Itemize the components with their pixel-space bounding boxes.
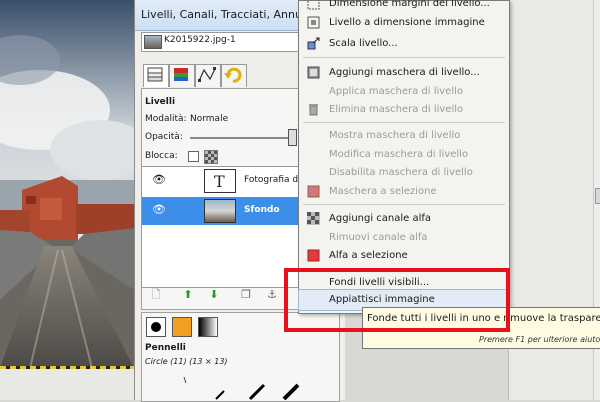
layer-context-menu: Dimensione margini del livello... Livell…: [298, 0, 510, 314]
image-selector-value: K2015922.jpg-1: [164, 35, 236, 45]
menu-item-alpha-to-selection[interactable]: Alfa a selezione: [299, 246, 509, 266]
layers-icon: [147, 67, 163, 82]
raise-layer-icon[interactable]: ⬆: [181, 288, 195, 302]
paths-icon: [198, 67, 216, 82]
menu-item-add-alpha-channel[interactable]: Aggiungi canale alfa: [299, 209, 509, 229]
menu-separator: [303, 122, 505, 123]
menu-separator: [303, 57, 505, 58]
layer-name: Fotografia di: [244, 175, 301, 185]
lock-alpha-icon[interactable]: [204, 150, 218, 164]
alpha-icon: [307, 212, 320, 225]
anchor-layer-icon[interactable]: ⚓: [265, 288, 279, 302]
menu-item-disable-layer-mask[interactable]: Disabilita maschera di livello: [299, 163, 509, 183]
scale-layer-icon: [307, 37, 320, 50]
tab-channels[interactable]: [169, 64, 195, 87]
brush-previews[interactable]: [172, 371, 332, 401]
new-layer-icon[interactable]: 🗋: [149, 288, 163, 302]
menu-separator: [303, 204, 505, 205]
menu-item-layer-to-image-size[interactable]: Livello a dimensione immagine: [299, 13, 509, 33]
svg-text:T: T: [214, 172, 225, 191]
mode-value[interactable]: Normale: [190, 114, 228, 124]
layer-name: Sfondo: [244, 205, 280, 215]
menu-item-delete-layer-mask[interactable]: Elimina maschera di livello: [299, 100, 509, 120]
image-thumbnail: [144, 35, 162, 49]
gradient-tab[interactable]: [198, 317, 218, 337]
alpha-to-selection-icon: [307, 249, 320, 262]
tab-undo[interactable]: [221, 64, 247, 87]
brush-tab[interactable]: [146, 317, 166, 337]
menu-item-show-layer-mask[interactable]: Mostra maschera di livello: [299, 126, 509, 146]
tab-layers[interactable]: [143, 64, 169, 87]
resize-border-icon: [307, 0, 320, 10]
opacity-slider-handle[interactable]: [288, 129, 297, 146]
menu-item-remove-alpha-channel[interactable]: Rimuovi canale alfa: [299, 228, 509, 248]
pattern-tab[interactable]: [172, 317, 192, 337]
opacity-label: Opacità:: [145, 132, 183, 142]
menu-item-apply-layer-mask[interactable]: Applica maschera di livello: [299, 82, 509, 102]
eye-icon[interactable]: 👁: [152, 174, 166, 185]
image-canvas[interactable]: [0, 0, 134, 400]
photo-preview: [0, 0, 134, 368]
layer-to-image-size-icon: [307, 16, 320, 29]
panel-title: Livelli: [145, 97, 176, 107]
brush-name: Circle (11) (13 × 13): [145, 357, 228, 366]
menu-item-mask-to-selection[interactable]: Maschera a selezione: [299, 182, 509, 202]
menu-item-edit-layer-mask[interactable]: Modifica maschera di livello: [299, 145, 509, 165]
trash-icon: [309, 104, 318, 116]
eye-icon[interactable]: 👁: [152, 204, 166, 215]
tab-paths[interactable]: [195, 64, 221, 87]
brushes-title: Pennelli: [145, 343, 186, 353]
opacity-slider-track[interactable]: [190, 137, 290, 139]
duplicate-layer-icon[interactable]: ❐: [239, 288, 253, 302]
lock-label: Blocca:: [145, 151, 178, 161]
menu-item-layer-boundary-size[interactable]: Dimensione margini del livello...: [299, 0, 509, 14]
tooltip-hint: Premere F1 per ulteriore aiuto: [479, 335, 600, 344]
menu-item-scale-layer[interactable]: Scala livello...: [299, 34, 509, 54]
mode-label: Modalità:: [145, 114, 187, 124]
add-mask-icon: [307, 66, 320, 79]
lower-layer-icon[interactable]: ⬇: [207, 288, 221, 302]
selection-marching-ants: [0, 366, 134, 369]
highlight-annotation-box: [284, 268, 510, 332]
channels-icon: [174, 68, 188, 81]
scrollbar-thumb[interactable]: [595, 188, 600, 204]
lock-pixels-checkbox[interactable]: [188, 151, 199, 162]
image-selector[interactable]: K2015922.jpg-1: [141, 32, 303, 52]
text-layer-thumbnail: T: [204, 169, 236, 193]
menu-item-add-layer-mask[interactable]: Aggiungi maschera di livello...: [299, 63, 509, 83]
undo-icon: [224, 67, 242, 83]
image-layer-thumbnail: [204, 199, 236, 223]
mask-to-selection-icon: [307, 185, 320, 198]
